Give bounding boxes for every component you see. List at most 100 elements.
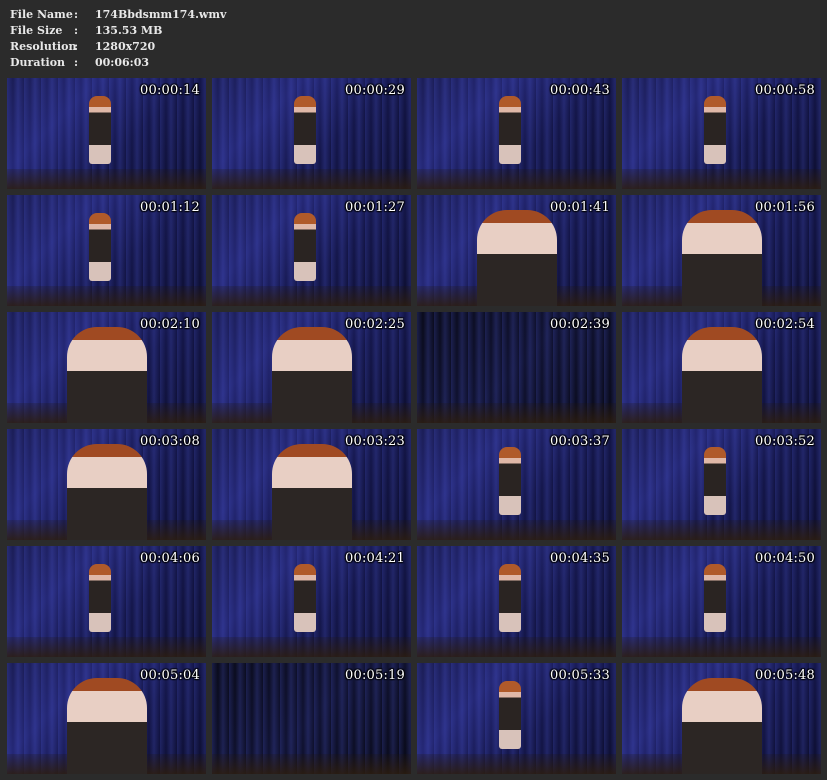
thumbnail-timestamp: 00:01:41 [550, 200, 610, 215]
thumbnail-timestamp: 00:04:21 [345, 551, 405, 566]
duration-value: 00:06:03 [95, 56, 150, 69]
thumbnail-timestamp: 00:05:19 [345, 668, 405, 683]
thumbnail-timestamp: 00:00:58 [755, 83, 815, 98]
resolution-row: Resolution : 1280x720 [10, 39, 226, 55]
resolution-colon: : [74, 40, 79, 53]
thumbnail-timestamp: 00:02:39 [550, 317, 610, 332]
video-thumbnail[interactable]: 00:03:08 [7, 429, 206, 540]
thumbnail-timestamp: 00:05:33 [550, 668, 610, 683]
file-name-value: 174Bbdsmm174.wmv [95, 8, 227, 21]
resolution-label: Resolution [10, 40, 77, 53]
thumbnail-timestamp: 00:04:50 [755, 551, 815, 566]
thumbnail-figure [704, 96, 726, 164]
video-thumbnail[interactable]: 00:04:50 [622, 546, 821, 657]
video-thumbnail[interactable]: 00:03:23 [212, 429, 411, 540]
thumbnail-figure [272, 444, 352, 540]
file-size-label: File Size [10, 24, 63, 37]
thumbnail-floor [417, 403, 616, 423]
thumbnail-floor [417, 754, 616, 774]
thumbnail-floor [212, 754, 411, 774]
video-thumbnail[interactable]: 00:05:19 [212, 663, 411, 774]
duration-label: Duration [10, 56, 66, 69]
thumbnail-figure [704, 564, 726, 632]
video-thumbnail[interactable]: 00:04:06 [7, 546, 206, 657]
thumbnail-figure [477, 210, 557, 306]
video-thumbnail[interactable]: 00:01:56 [622, 195, 821, 306]
video-thumbnail[interactable]: 00:01:41 [417, 195, 616, 306]
video-thumbnail[interactable]: 00:04:35 [417, 546, 616, 657]
thumbnail-timestamp: 00:00:29 [345, 83, 405, 98]
file-name-row: File Name : 174Bbdsmm174.wmv [10, 7, 226, 23]
thumbnail-floor [622, 637, 821, 657]
thumbnail-floor [622, 169, 821, 189]
thumbnail-figure [499, 564, 521, 632]
video-thumbnail[interactable]: 00:01:12 [7, 195, 206, 306]
thumbnail-floor [212, 286, 411, 306]
thumbnail-timestamp: 00:02:25 [345, 317, 405, 332]
thumbnail-timestamp: 00:00:14 [140, 83, 200, 98]
video-thumbnail[interactable]: 00:02:25 [212, 312, 411, 423]
file-info-header: File Name : 174Bbdsmm174.wmv File Size :… [10, 7, 226, 71]
video-thumbnail[interactable]: 00:00:14 [7, 78, 206, 189]
thumbnail-timestamp: 00:03:23 [345, 434, 405, 449]
thumbnail-timestamp: 00:04:06 [140, 551, 200, 566]
thumbnail-figure [67, 678, 147, 774]
video-thumbnail[interactable]: 00:05:48 [622, 663, 821, 774]
thumbnail-timestamp: 00:03:08 [140, 434, 200, 449]
thumbnail-floor [7, 637, 206, 657]
thumbnail-figure [294, 213, 316, 281]
thumbnail-figure [499, 681, 521, 749]
thumbnail-floor [417, 520, 616, 540]
video-thumbnail[interactable]: 00:00:58 [622, 78, 821, 189]
file-size-row: File Size : 135.53 MB [10, 23, 226, 39]
thumbnail-figure [704, 447, 726, 515]
thumbnail-figure [89, 96, 111, 164]
thumbnail-figure [89, 213, 111, 281]
thumbnail-figure [67, 327, 147, 423]
resolution-value: 1280x720 [95, 40, 156, 53]
thumbnail-floor [417, 169, 616, 189]
thumbnail-floor [7, 169, 206, 189]
video-thumbnail[interactable]: 00:00:43 [417, 78, 616, 189]
file-name-colon: : [74, 8, 79, 21]
video-thumbnail[interactable]: 00:02:39 [417, 312, 616, 423]
file-name-label: File Name [10, 8, 73, 21]
video-thumbnail[interactable]: 00:03:52 [622, 429, 821, 540]
video-thumbnail[interactable]: 00:03:37 [417, 429, 616, 540]
thumbnail-figure [294, 96, 316, 164]
thumbnail-timestamp: 00:04:35 [550, 551, 610, 566]
video-thumbnail[interactable]: 00:05:33 [417, 663, 616, 774]
thumbnail-floor [212, 169, 411, 189]
thumbnail-floor [417, 637, 616, 657]
thumbnail-floor [212, 637, 411, 657]
thumbnail-figure [294, 564, 316, 632]
thumbnail-floor [622, 520, 821, 540]
thumbnail-timestamp: 00:01:27 [345, 200, 405, 215]
thumbnail-timestamp: 00:05:48 [755, 668, 815, 683]
thumbnail-timestamp: 00:05:04 [140, 668, 200, 683]
thumbnail-figure [67, 444, 147, 540]
video-thumbnail[interactable]: 00:02:10 [7, 312, 206, 423]
video-thumbnail[interactable]: 00:04:21 [212, 546, 411, 657]
thumbnail-timestamp: 00:02:54 [755, 317, 815, 332]
thumbnail-figure [499, 96, 521, 164]
thumbnail-timestamp: 00:03:52 [755, 434, 815, 449]
thumbnail-figure [682, 678, 762, 774]
file-size-colon: : [74, 24, 79, 37]
thumbnail-timestamp: 00:02:10 [140, 317, 200, 332]
thumbnail-figure [89, 564, 111, 632]
duration-row: Duration : 00:06:03 [10, 55, 226, 71]
thumbnail-figure [682, 327, 762, 423]
video-thumbnail[interactable]: 00:01:27 [212, 195, 411, 306]
video-thumbnail[interactable]: 00:02:54 [622, 312, 821, 423]
thumbnail-figure [272, 327, 352, 423]
thumbnail-figure [499, 447, 521, 515]
thumbnail-timestamp: 00:00:43 [550, 83, 610, 98]
file-size-value: 135.53 MB [95, 24, 163, 37]
thumbnail-figure [682, 210, 762, 306]
video-thumbnail[interactable]: 00:05:04 [7, 663, 206, 774]
thumbnail-timestamp: 00:01:56 [755, 200, 815, 215]
video-thumbnail[interactable]: 00:00:29 [212, 78, 411, 189]
duration-colon: : [74, 56, 79, 69]
thumbnail-floor [7, 286, 206, 306]
